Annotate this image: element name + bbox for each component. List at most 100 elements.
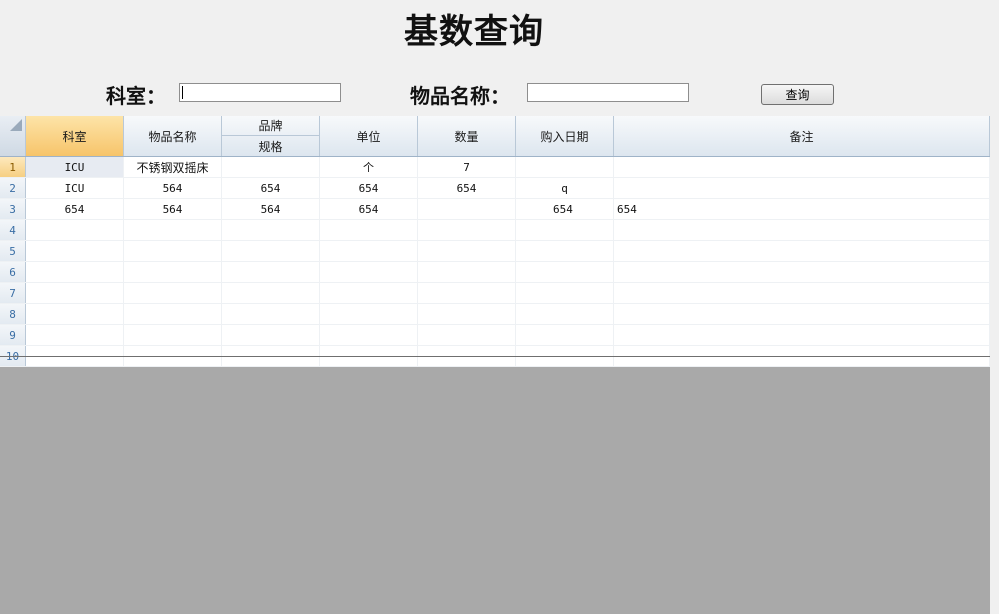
- cell-item-name[interactable]: 564: [124, 178, 222, 198]
- cell-remark[interactable]: [614, 283, 990, 303]
- grid-table: 科室 物品名称 品牌 规格 单位 数量 购入日期 备注 1 ICU 不锈钢双摇床个 7…: [0, 116, 990, 367]
- row-number[interactable]: 5: [0, 241, 26, 261]
- item-name-label: 物品名称：: [410, 84, 510, 108]
- cell-brand[interactable]: [222, 220, 320, 240]
- cell-unit[interactable]: [320, 262, 418, 282]
- column-header-brand[interactable]: 品牌: [222, 116, 319, 136]
- cell-quantity[interactable]: [418, 262, 516, 282]
- cell-quantity[interactable]: [418, 283, 516, 303]
- row-number[interactable]: 1: [0, 157, 26, 177]
- window-right-edge: [990, 116, 999, 614]
- cell-purchase-date[interactable]: [516, 241, 614, 261]
- cell-purchase-date[interactable]: [516, 262, 614, 282]
- cell-remark[interactable]: [614, 178, 990, 198]
- cell-quantity[interactable]: [418, 199, 516, 219]
- cell-quantity[interactable]: [418, 241, 516, 261]
- cell-quantity[interactable]: [418, 220, 516, 240]
- table-row[interactable]: 9: [0, 325, 990, 346]
- cell-quantity[interactable]: 7: [418, 157, 516, 177]
- cell-item-name[interactable]: [124, 304, 222, 324]
- cell-item-name[interactable]: 不锈钢双摇床: [124, 157, 222, 177]
- cell-remark[interactable]: [614, 220, 990, 240]
- cell-brand[interactable]: [222, 325, 320, 345]
- cell-dept[interactable]: ICU: [26, 157, 124, 177]
- cell-brand[interactable]: [222, 241, 320, 261]
- row-number[interactable]: 2: [0, 178, 26, 198]
- cell-brand[interactable]: 564: [222, 199, 320, 219]
- table-row[interactable]: 5: [0, 241, 990, 262]
- cell-dept[interactable]: [26, 304, 124, 324]
- cell-purchase-date[interactable]: [516, 325, 614, 345]
- cell-dept[interactable]: [26, 262, 124, 282]
- grid-bottom-border: [0, 356, 990, 357]
- cell-remark[interactable]: [614, 157, 990, 177]
- cell-purchase-date[interactable]: [516, 283, 614, 303]
- cell-quantity[interactable]: 654: [418, 178, 516, 198]
- cell-brand[interactable]: [222, 283, 320, 303]
- cell-brand[interactable]: [222, 157, 320, 177]
- cell-item-name[interactable]: [124, 220, 222, 240]
- column-header-purchase-date[interactable]: 购入日期: [516, 116, 614, 156]
- item-name-input[interactable]: [527, 83, 689, 102]
- table-row[interactable]: 8: [0, 304, 990, 325]
- column-header-quantity[interactable]: 数量: [418, 116, 516, 156]
- select-all-corner[interactable]: [0, 116, 26, 156]
- row-number[interactable]: 9: [0, 325, 26, 345]
- cell-dept[interactable]: [26, 325, 124, 345]
- cell-brand[interactable]: 654: [222, 178, 320, 198]
- cell-item-name[interactable]: 564: [124, 199, 222, 219]
- cell-purchase-date[interactable]: [516, 220, 614, 240]
- cell-brand[interactable]: [222, 262, 320, 282]
- cell-remark[interactable]: [614, 325, 990, 345]
- dept-label: 科室：: [106, 84, 166, 108]
- cell-item-name[interactable]: [124, 283, 222, 303]
- table-row[interactable]: 1 ICU 不锈钢双摇床 个 7: [0, 157, 990, 178]
- cell-purchase-date[interactable]: [516, 304, 614, 324]
- cell-unit[interactable]: 个: [320, 157, 418, 177]
- dept-input[interactable]: [179, 83, 341, 102]
- query-button[interactable]: 查询: [761, 84, 834, 105]
- cell-dept[interactable]: ICU: [26, 178, 124, 198]
- cell-unit[interactable]: [320, 241, 418, 261]
- cell-unit[interactable]: 654: [320, 178, 418, 198]
- page: 基数查询 科室： 物品名称： 查询 科室 物品名称 品牌 规格 单位 数量 购入…: [0, 0, 999, 614]
- cell-purchase-date[interactable]: [516, 157, 614, 177]
- cell-remark[interactable]: [614, 262, 990, 282]
- row-number[interactable]: 4: [0, 220, 26, 240]
- row-number[interactable]: 3: [0, 199, 26, 219]
- column-header-brand-spec[interactable]: 品牌 规格: [222, 116, 320, 156]
- column-header-remark[interactable]: 备注: [614, 116, 990, 156]
- cell-dept[interactable]: [26, 283, 124, 303]
- cell-quantity[interactable]: [418, 325, 516, 345]
- table-row[interactable]: 3 654 564 564 654 654 654: [0, 199, 990, 220]
- cell-purchase-date[interactable]: q: [516, 178, 614, 198]
- cell-remark[interactable]: 654: [614, 199, 990, 219]
- table-row[interactable]: 6: [0, 262, 990, 283]
- row-number[interactable]: 7: [0, 283, 26, 303]
- cell-brand[interactable]: [222, 304, 320, 324]
- cell-item-name[interactable]: [124, 325, 222, 345]
- cell-item-name[interactable]: [124, 262, 222, 282]
- cell-remark[interactable]: [614, 241, 990, 261]
- cell-item-name[interactable]: [124, 241, 222, 261]
- cell-quantity[interactable]: [418, 304, 516, 324]
- column-header-spec[interactable]: 规格: [222, 136, 319, 156]
- row-number[interactable]: 8: [0, 304, 26, 324]
- cell-unit[interactable]: [320, 283, 418, 303]
- column-header-unit[interactable]: 单位: [320, 116, 418, 156]
- cell-unit[interactable]: 654: [320, 199, 418, 219]
- column-header-dept[interactable]: 科室: [26, 116, 124, 156]
- row-number[interactable]: 6: [0, 262, 26, 282]
- cell-unit[interactable]: [320, 220, 418, 240]
- table-row[interactable]: 2 ICU 564 654 654 654 q: [0, 178, 990, 199]
- cell-dept[interactable]: 654: [26, 199, 124, 219]
- cell-purchase-date[interactable]: 654: [516, 199, 614, 219]
- table-row[interactable]: 7: [0, 283, 990, 304]
- table-row[interactable]: 4: [0, 220, 990, 241]
- cell-unit[interactable]: [320, 325, 418, 345]
- cell-remark[interactable]: [614, 304, 990, 324]
- column-header-item-name[interactable]: 物品名称: [124, 116, 222, 156]
- cell-dept[interactable]: [26, 220, 124, 240]
- cell-dept[interactable]: [26, 241, 124, 261]
- cell-unit[interactable]: [320, 304, 418, 324]
